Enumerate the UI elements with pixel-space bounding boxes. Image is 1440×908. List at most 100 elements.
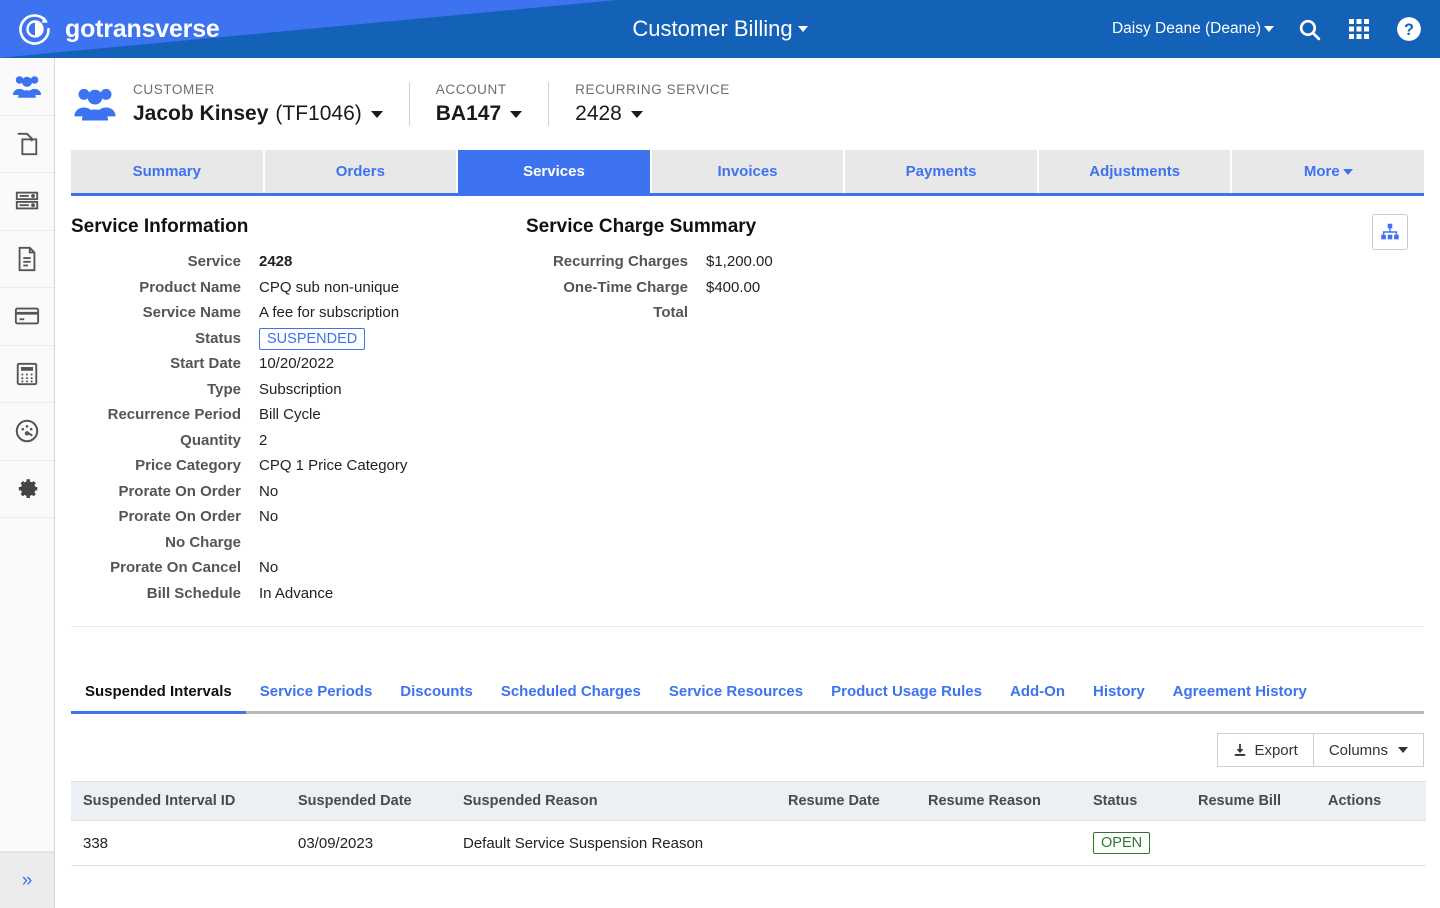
user-menu[interactable]: Daisy Deane (Deane) bbox=[1112, 20, 1274, 38]
database-server-icon bbox=[15, 191, 39, 210]
sidebar-item-payments[interactable] bbox=[0, 288, 54, 346]
charge-one-time: One-Time Charge $400.00 bbox=[526, 277, 946, 300]
sidebar-item-documents[interactable] bbox=[0, 231, 54, 288]
context-account: ACCOUNT BA147 bbox=[408, 82, 548, 126]
col-resume-date[interactable]: Resume Date bbox=[776, 781, 916, 821]
tab-adjustments[interactable]: Adjustments bbox=[1038, 150, 1233, 193]
subtab-label: History bbox=[1092, 683, 1145, 700]
table-row[interactable]: 338 03/09/2023 Default Service Suspensio… bbox=[71, 820, 1426, 866]
header-actions: Daisy Deane (Deane) ? bbox=[1112, 0, 1424, 58]
sidebar-item-customers[interactable] bbox=[0, 58, 54, 116]
chevron-down-icon bbox=[630, 110, 643, 118]
body-wrapper: » CUSTOMER Jacob Kinsey (TF1046) ACCOUNT… bbox=[0, 58, 1440, 908]
download-export-icon bbox=[1235, 743, 1246, 756]
subtab-agreement-history[interactable]: Agreement History bbox=[1158, 683, 1321, 714]
subtab-product-usage-rules[interactable]: Product Usage Rules bbox=[817, 683, 996, 714]
field-quantity: Quantity 2 bbox=[71, 430, 526, 453]
cell-resume-reason bbox=[916, 820, 1081, 866]
table-header-row: Suspended Interval ID Suspended Date Sus… bbox=[71, 781, 1426, 821]
credit-card-icon bbox=[14, 307, 40, 325]
subtab-label: Product Usage Rules bbox=[831, 683, 982, 700]
subtab-scheduled-charges[interactable]: Scheduled Charges bbox=[486, 683, 655, 714]
sidebar-item-products[interactable] bbox=[0, 116, 54, 173]
sidebar-expand-toggle[interactable]: » bbox=[0, 852, 54, 908]
field-label: Recurrence Period bbox=[107, 406, 241, 423]
sidebar-item-dashboard[interactable] bbox=[0, 403, 54, 461]
field-value: CPQ sub non-unique bbox=[259, 278, 400, 296]
user-name-label: Daisy Deane (Deane) bbox=[1111, 20, 1261, 37]
tab-more[interactable]: More bbox=[1232, 150, 1425, 193]
main-tab-bar: Summary Orders Services Invoices Payment… bbox=[71, 150, 1425, 196]
charge-recurring: Recurring Charges $1,200.00 bbox=[526, 251, 946, 274]
col-actions[interactable]: Actions bbox=[1316, 781, 1426, 821]
apps-grid-icon[interactable] bbox=[1344, 14, 1374, 44]
context-recurring-service-selector[interactable]: 2428 bbox=[575, 102, 730, 126]
field-label: Prorate On Order bbox=[118, 508, 241, 525]
subtab-suspended-intervals[interactable]: Suspended Intervals bbox=[71, 683, 246, 714]
export-button[interactable]: Export bbox=[1217, 733, 1314, 767]
tab-label: Payments bbox=[905, 163, 977, 180]
service-hierarchy-button[interactable] bbox=[1372, 214, 1408, 250]
tab-invoices[interactable]: Invoices bbox=[651, 150, 846, 193]
col-resume-bill[interactable]: Resume Bill bbox=[1186, 781, 1316, 821]
field-no-charge: No Charge bbox=[71, 532, 526, 555]
field-label: One-Time Charge bbox=[563, 278, 688, 296]
sidebar-item-database[interactable] bbox=[0, 173, 54, 231]
search-icon[interactable] bbox=[1294, 14, 1324, 44]
field-value: 2 bbox=[259, 431, 268, 449]
subtab-label: Service Periods bbox=[259, 683, 373, 700]
tab-summary[interactable]: Summary bbox=[71, 150, 265, 193]
field-type: Type Subscription bbox=[71, 379, 526, 402]
field-label: Prorate On Cancel bbox=[110, 559, 241, 576]
field-value: A fee for subscription bbox=[259, 304, 400, 321]
subtab-discounts[interactable]: Discounts bbox=[386, 683, 487, 714]
document-page-icon bbox=[18, 246, 36, 271]
field-label: Service Name bbox=[142, 304, 241, 321]
field-value: CPQ 1 Price Category bbox=[259, 457, 408, 474]
calculator-icon bbox=[16, 362, 38, 385]
table-toolbar: Export Columns bbox=[71, 733, 1424, 767]
field-value: No bbox=[259, 508, 279, 525]
subtab-history[interactable]: History bbox=[1078, 683, 1159, 714]
columns-label: Columns bbox=[1328, 741, 1388, 759]
sub-tab-bar: Suspended Intervals Service Periods Disc… bbox=[71, 683, 1424, 714]
help-circle-icon[interactable]: ? bbox=[1394, 14, 1424, 44]
context-customer-label: CUSTOMER bbox=[133, 82, 215, 97]
subtab-add-on[interactable]: Add-On bbox=[996, 683, 1079, 714]
tab-label: Invoices bbox=[717, 163, 778, 180]
app-title-dropdown[interactable]: Customer Billing bbox=[632, 16, 808, 42]
chevron-down-icon bbox=[370, 110, 383, 118]
columns-button[interactable]: Columns bbox=[1313, 733, 1424, 767]
context-customer-selector[interactable]: Jacob Kinsey (TF1046) bbox=[133, 102, 383, 126]
field-service: Service 2428 bbox=[71, 251, 526, 274]
status-badge: OPEN bbox=[1093, 832, 1151, 854]
context-breadcrumb-bar: CUSTOMER Jacob Kinsey (TF1046) ACCOUNT B… bbox=[55, 58, 1440, 150]
service-charge-summary-title: Service Charge Summary bbox=[526, 216, 757, 237]
col-suspended-date[interactable]: Suspended Date bbox=[286, 781, 451, 821]
brand-logo-area[interactable]: gotransverse bbox=[0, 12, 400, 46]
context-account-selector[interactable]: BA147 bbox=[436, 102, 523, 126]
chevron-down-icon bbox=[797, 26, 808, 32]
subtab-service-resources[interactable]: Service Resources bbox=[654, 683, 818, 714]
field-label: No Charge bbox=[165, 533, 241, 551]
col-suspended-interval-id[interactable]: Suspended Interval ID bbox=[71, 781, 286, 821]
field-label: Bill Schedule bbox=[146, 584, 241, 602]
products-copy-icon bbox=[17, 132, 38, 155]
tab-services[interactable]: Services bbox=[458, 150, 652, 193]
tab-label: Services bbox=[523, 163, 585, 180]
col-status[interactable]: Status bbox=[1081, 781, 1186, 821]
chevron-down-icon bbox=[1342, 168, 1353, 175]
sidebar-item-settings[interactable] bbox=[0, 461, 54, 518]
tab-payments[interactable]: Payments bbox=[845, 150, 1039, 193]
org-hierarchy-icon bbox=[1381, 223, 1399, 240]
field-value: SUSPENDED bbox=[259, 327, 366, 351]
col-resume-reason[interactable]: Resume Reason bbox=[916, 781, 1081, 821]
tab-orders[interactable]: Orders bbox=[264, 150, 459, 193]
chevron-down-icon bbox=[1398, 747, 1408, 753]
subtab-service-periods[interactable]: Service Periods bbox=[245, 683, 387, 714]
settings-gear-icon bbox=[18, 479, 37, 499]
field-label: Prorate On Order bbox=[118, 482, 241, 500]
field-value: 10/20/2022 bbox=[259, 355, 335, 372]
col-suspended-reason[interactable]: Suspended Reason bbox=[451, 781, 776, 821]
sidebar-item-calculator[interactable] bbox=[0, 346, 54, 403]
